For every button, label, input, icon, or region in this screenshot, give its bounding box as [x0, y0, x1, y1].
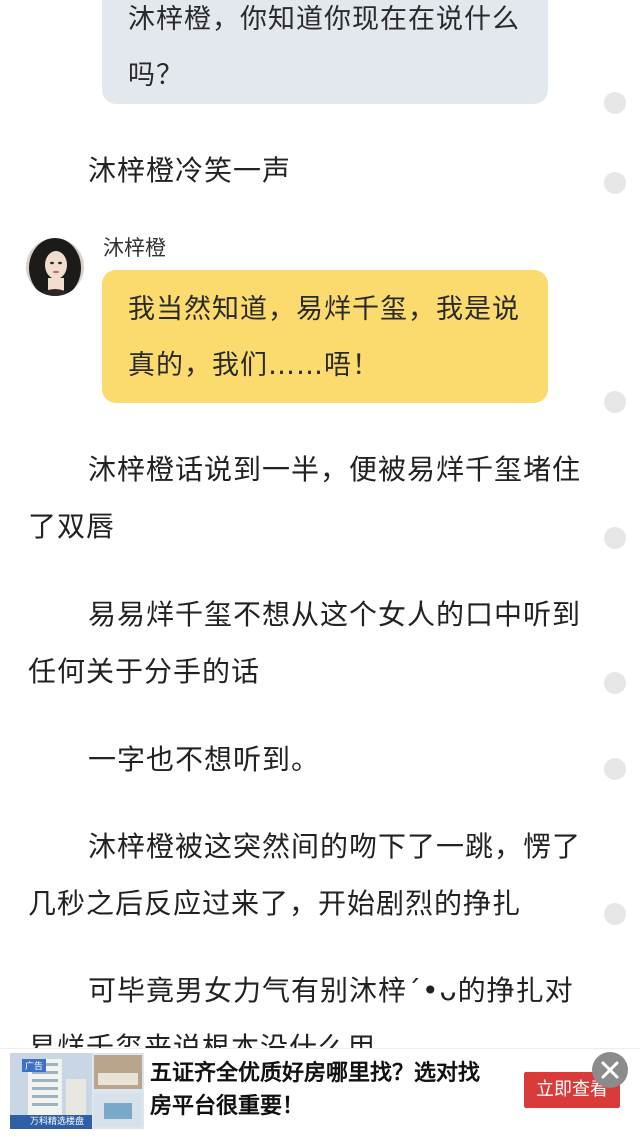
paragraph-comment-dot[interactable]	[604, 172, 626, 194]
paragraph-comment-dot[interactable]	[604, 92, 626, 114]
paragraph-comment-dot[interactable]	[604, 527, 626, 549]
bubble-question-text: 沐梓橙，你知道你现在在说什么吗？	[128, 4, 520, 91]
paragraph-5: 沐梓橙被这突然间的吻下了一跳，愣了几秒之后反应过来了，开始剧烈的挣扎	[28, 830, 582, 920]
ad-tag: 广告	[22, 1059, 47, 1072]
paragraph-comment-dot[interactable]	[604, 672, 626, 694]
paragraph-comment-dot[interactable]	[604, 903, 626, 925]
avatar-portrait	[26, 238, 84, 296]
ad-thumbnail[interactable]: 广告 万科精选楼盘	[10, 1053, 144, 1129]
bubble-speech-text: 我当然知道，易烊千玺，我是说真的，我们……唔！	[128, 294, 520, 381]
paragraph-1: 沐梓橙冷笑一声	[88, 154, 292, 187]
close-icon[interactable]	[592, 1052, 628, 1088]
paragraph-2: 沐梓橙话说到一半，便被易烊千玺堵住了双唇	[28, 453, 582, 543]
paragraph-3: 易易烊千玺不想从这个女人的口中听到任何关于分手的话	[28, 598, 582, 688]
ad-headline[interactable]: 五证齐全优质好房哪里找？选对找房平台很重要！	[150, 1057, 490, 1123]
paragraph-comment-dot[interactable]	[604, 758, 626, 780]
paragraph-4: 一字也不想听到。	[88, 743, 321, 776]
chat-bubble-speech: 我当然知道，易烊千玺，我是说真的，我们……唔！	[102, 270, 548, 403]
ad-banner[interactable]: 广告 万科精选楼盘 五证齐全优质好房哪里找？选对找房平台很重要！ 立即查看	[0, 1048, 640, 1139]
paragraph-comment-dot[interactable]	[604, 391, 626, 413]
avatar[interactable]	[26, 238, 84, 296]
close-icon-glyph	[601, 1061, 619, 1079]
ad-thumbnail-caption: 万科精选楼盘	[30, 1117, 85, 1127]
chat-bubble-question: 沐梓橙，你知道你现在在说什么吗？	[102, 0, 548, 104]
speaker-name: 沐梓橙	[103, 236, 166, 260]
